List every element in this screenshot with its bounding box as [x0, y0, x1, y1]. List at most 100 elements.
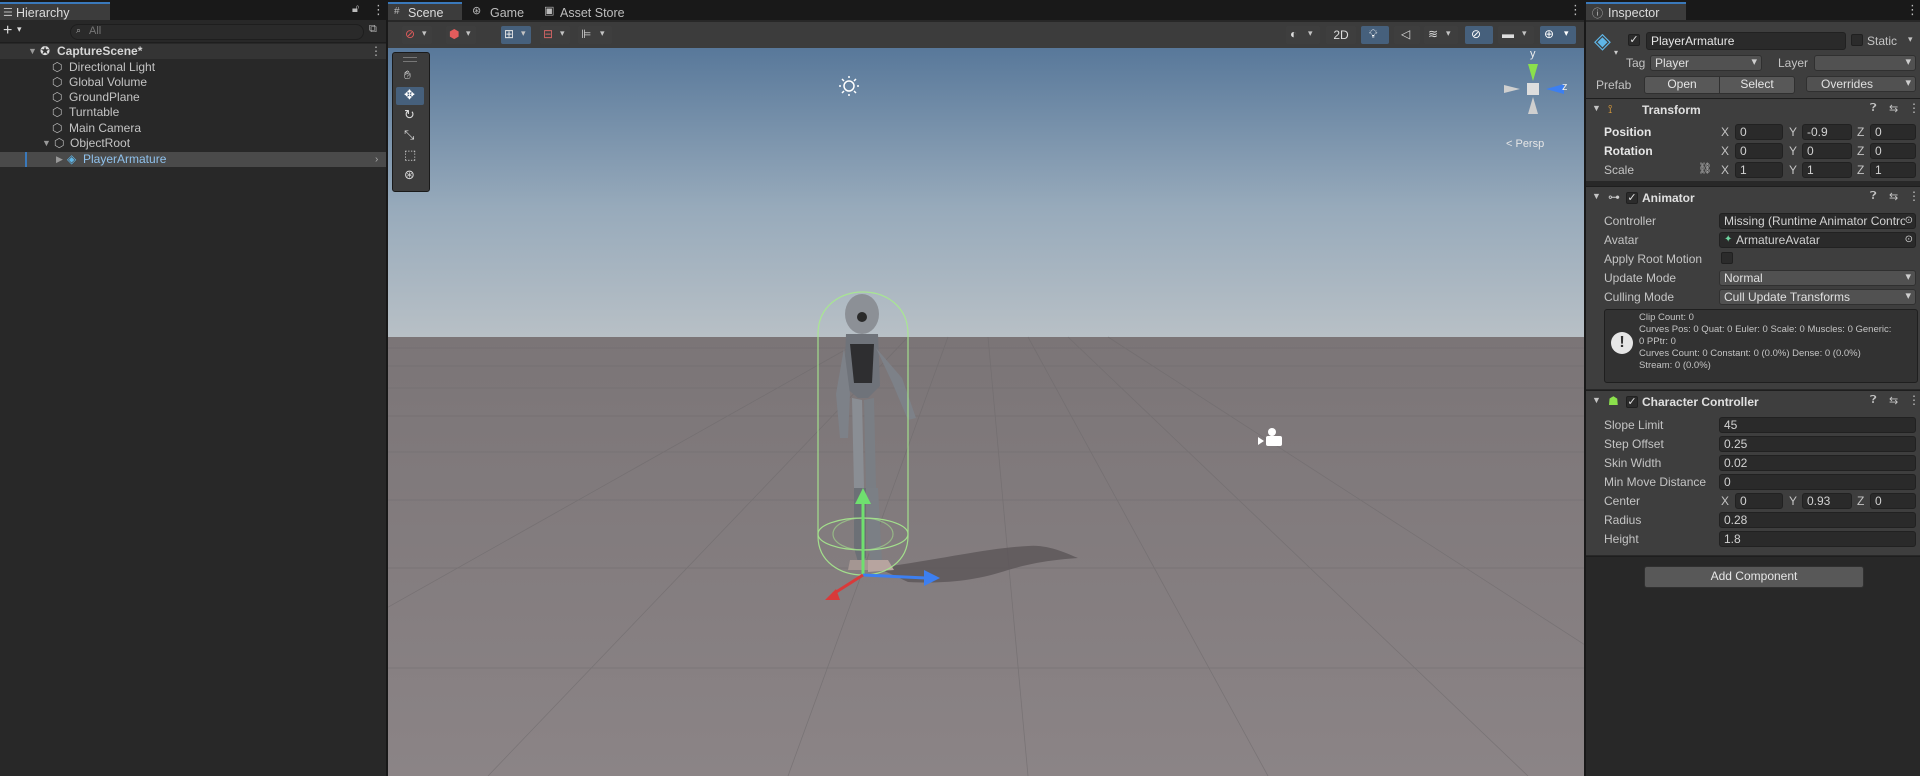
component-menu-icon[interactable]: ⋮ — [1908, 101, 1920, 115]
rotation-x-field[interactable]: 0 — [1735, 143, 1783, 159]
panel-menu-icon[interactable]: ⋮ — [1569, 2, 1582, 18]
height-field[interactable]: 1.8 — [1719, 531, 1916, 547]
static-checkbox[interactable] — [1851, 34, 1863, 46]
tab-hierarchy[interactable]: ☰ Hierarchy — [0, 2, 110, 20]
increment-snap-dropdown[interactable]: ⊫ ▾ — [578, 26, 612, 44]
object-picker-icon[interactable]: ⊙ — [1904, 214, 1913, 227]
culling-mode-dropdown[interactable]: Cull Update Transforms — [1719, 289, 1916, 305]
preset-icon[interactable]: ⇆ — [1889, 102, 1898, 115]
tab-scene[interactable]: # Scene — [388, 2, 462, 20]
rotate-tool-button[interactable]: ↻ — [396, 107, 424, 125]
scene-viewport[interactable]: ✋︎ ✥ ↻ ⤡ ⬚ ⊛ y z < Persp — [388, 48, 1584, 776]
palette-drag-handle[interactable] — [403, 57, 417, 62]
tag-dropdown[interactable]: Player — [1650, 55, 1762, 71]
panel-menu-icon[interactable]: ⋮ — [1906, 2, 1919, 18]
hidden-objects-toggle[interactable]: ⊘ — [1465, 26, 1493, 44]
scene-menu-icon[interactable]: ⋮ — [370, 44, 382, 59]
hierarchy-row-objectroot[interactable]: ▼ ⬡ ObjectRoot — [0, 136, 386, 151]
update-mode-dropdown[interactable]: Normal — [1719, 270, 1916, 286]
add-icon[interactable]: + — [3, 22, 12, 40]
min-move-distance-field[interactable]: 0 — [1719, 474, 1916, 490]
object-picker-icon[interactable]: ⊙ — [1905, 233, 1913, 246]
apply-root-motion-checkbox[interactable] — [1721, 252, 1733, 264]
hierarchy-row-turntable[interactable]: ⬡ Turntable — [0, 105, 386, 120]
scale-y-field[interactable]: 1 — [1802, 162, 1852, 178]
transform-tool-button[interactable]: ⊛ — [396, 167, 424, 185]
animator-enabled-checkbox[interactable]: ✓ — [1626, 192, 1638, 204]
character-controller-enabled-checkbox[interactable]: ✓ — [1626, 396, 1638, 408]
component-menu-icon[interactable]: ⋮ — [1908, 393, 1920, 407]
preset-icon[interactable]: ⇆ — [1889, 190, 1898, 203]
hand-tool-button[interactable]: ✋︎ — [396, 67, 424, 85]
gizmos-dropdown[interactable]: ⊕ ▾ — [1540, 26, 1576, 44]
expand-arrow-icon[interactable]: ▼ — [42, 136, 51, 151]
rect-tool-button[interactable]: ⬚ — [396, 147, 424, 165]
draw-mode-dropdown[interactable]: ⊘ ▾ — [402, 26, 432, 44]
lighting-toggle[interactable]: 💡︎ — [1361, 26, 1389, 44]
expand-arrow-icon[interactable]: ▼ — [28, 44, 37, 59]
tab-inspector[interactable]: ⓘ Inspector — [1586, 2, 1686, 20]
position-z-field[interactable]: 0 — [1870, 124, 1916, 140]
center-y-field[interactable]: 0.93 — [1802, 493, 1852, 509]
hierarchy-row-groundplane[interactable]: ⬡ GroundPlane — [0, 90, 386, 105]
persp-label[interactable]: < Persp — [1506, 138, 1544, 150]
add-component-button[interactable]: Add Component — [1644, 566, 1864, 588]
panel-menu-icon[interactable]: ⋮ — [372, 2, 385, 18]
skin-width-field[interactable]: 0.02 — [1719, 455, 1916, 471]
active-checkbox[interactable]: ✓ — [1628, 34, 1640, 46]
avatar-field[interactable]: ✦ ArmatureAvatar ⊙ — [1719, 232, 1916, 248]
mode-2d-button[interactable]: 2D — [1326, 26, 1356, 44]
grid-toggle[interactable]: ⊟ ▾ — [540, 26, 570, 44]
component-menu-icon[interactable]: ⋮ — [1908, 189, 1920, 203]
static-dropdown-icon[interactable]: ▾ — [1908, 34, 1913, 45]
overrides-dropdown[interactable]: Overrides — [1806, 76, 1916, 92]
orientation-gizmo[interactable]: y z — [1498, 48, 1568, 126]
character-controller-header[interactable]: ▼ ☗ ✓ Character Controller ❓︎ ⇆ ⋮ — [1586, 390, 1920, 413]
animator-header[interactable]: ▼ ⊶ ✓ Animator ❓︎ ⇆ ⋮ — [1586, 186, 1920, 209]
controller-field[interactable]: Missing (Runtime Animator Contro ⊙ — [1719, 213, 1916, 229]
help-icon[interactable]: ❓︎ — [1870, 394, 1877, 407]
preset-icon[interactable]: ⇆ — [1889, 394, 1898, 407]
tab-asset-store[interactable]: ▣ Asset Store — [538, 4, 638, 22]
audio-toggle[interactable]: ◁ — [1394, 26, 1420, 44]
scale-tool-button[interactable]: ⤡ — [396, 127, 424, 145]
foldout-arrow-icon[interactable]: ▼ — [1592, 103, 1601, 113]
foldout-arrow-icon[interactable]: ▼ — [1592, 191, 1601, 201]
foldout-arrow-icon[interactable]: ▼ — [1592, 395, 1601, 405]
hierarchy-row-global-volume[interactable]: ⬡ Global Volume — [0, 75, 386, 90]
help-icon[interactable]: ❓︎ — [1870, 190, 1877, 203]
layer-dropdown[interactable] — [1814, 55, 1916, 71]
hierarchy-row-main-camera[interactable]: ⬡ Main Camera — [0, 121, 386, 136]
rotation-y-field[interactable]: 0 — [1802, 143, 1852, 159]
object-name-field[interactable]: PlayerArmature — [1646, 32, 1846, 50]
position-x-field[interactable]: 0 — [1735, 124, 1783, 140]
hierarchy-row-playerarmature[interactable]: ▶ ◈ PlayerArmature › — [0, 152, 386, 167]
expand-arrow-icon[interactable]: ▶ — [56, 152, 63, 167]
hierarchy-row-capturescene[interactable]: ▼ ✪ CaptureScene* ⋮ — [0, 44, 386, 59]
grid-snap-toggle[interactable]: ⊞ ▾ — [501, 26, 531, 44]
help-icon[interactable]: ❓︎ — [1870, 102, 1877, 115]
scene-camera-dropdown[interactable]: ◐ ▾ — [1286, 26, 1320, 44]
transform-header[interactable]: ▼ ⟟ Transform ❓︎ ⇆ ⋮ — [1586, 98, 1920, 121]
add-dropdown-icon[interactable]: ▾ — [17, 24, 22, 35]
shading-dropdown[interactable]: ⬢ ▾ — [446, 26, 476, 44]
move-tool-button[interactable]: ✥ — [396, 87, 424, 105]
prefab-dropdown-icon[interactable]: ▾ — [1614, 48, 1618, 57]
step-offset-field[interactable]: 0.25 — [1719, 436, 1916, 452]
hierarchy-row-directional-light[interactable]: ⬡ Directional Light — [0, 60, 386, 75]
tab-game[interactable]: ⊛ Game — [466, 4, 532, 22]
center-x-field[interactable]: 0 — [1735, 493, 1783, 509]
effects-dropdown[interactable]: ≋ ▾ — [1424, 26, 1458, 44]
scene-search-icon[interactable]: ⧉ — [369, 23, 377, 36]
lock-icon[interactable]: 🔓︎ — [352, 3, 359, 16]
open-prefab-button[interactable]: Open — [1644, 76, 1720, 94]
radius-field[interactable]: 0.28 — [1719, 512, 1916, 528]
rotation-z-field[interactable]: 0 — [1870, 143, 1916, 159]
constrain-proportions-icon[interactable]: ⛓︎ — [1698, 162, 1712, 175]
slope-limit-field[interactable]: 45 — [1719, 417, 1916, 433]
scale-z-field[interactable]: 1 — [1870, 162, 1916, 178]
select-prefab-button[interactable]: Select — [1719, 76, 1795, 94]
scale-x-field[interactable]: 1 — [1735, 162, 1783, 178]
position-y-field[interactable]: -0.9 — [1802, 124, 1852, 140]
center-z-field[interactable]: 0 — [1870, 493, 1916, 509]
